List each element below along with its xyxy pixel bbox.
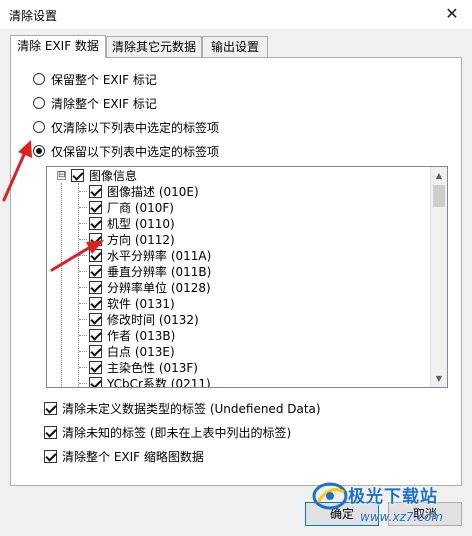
- radio-clear-all-exif[interactable]: 清除整个 EXIF 标记: [33, 94, 157, 112]
- radio-label: 仅保留以下列表中选定的标签项: [51, 144, 220, 159]
- tree-item-label: 垂直分辨率 (011B): [107, 264, 212, 279]
- tree-item-label: 图像信息: [89, 168, 138, 183]
- option-clear-unknown-tags[interactable]: 清除未知的标签 (即未在上表中列出的标签): [44, 423, 291, 441]
- tree-item-label: 白点 (013E): [107, 344, 175, 359]
- tree-item[interactable]: 软件 (0131): [89, 295, 175, 311]
- tree-item-label: YCbCr系数 (0211): [107, 376, 211, 388]
- exif-tag-tree[interactable]: ⊟ 图像信息 图像描述 (010E) 厂商 (010F) 机型 (0110) 方…: [46, 166, 448, 388]
- radio-label: 保留整个 EXIF 标记: [51, 72, 157, 87]
- tree-branch-line: [79, 223, 87, 224]
- tree-item[interactable]: 分辨率单位 (0128): [89, 279, 211, 295]
- checkbox[interactable]: [89, 200, 102, 214]
- checkbox[interactable]: [89, 344, 102, 358]
- tree-item-label: 修改时间 (0132): [107, 312, 199, 327]
- checkbox[interactable]: [89, 328, 102, 342]
- option-clear-undefined-tags[interactable]: 清除未定义数据类型的标签 (Undefiened Data): [44, 399, 321, 417]
- checkbox[interactable]: [89, 216, 102, 230]
- tree-item[interactable]: 修改时间 (0132): [89, 311, 199, 327]
- tree-item[interactable]: 机型 (0110): [89, 215, 175, 231]
- close-icon[interactable]: ✕: [442, 4, 462, 24]
- radio-button[interactable]: [33, 121, 45, 133]
- tree-item-label: 主染色性 (013F): [107, 360, 198, 375]
- tree-branch-line: [79, 367, 87, 368]
- collapse-icon[interactable]: ⊟: [57, 171, 66, 180]
- tree-branch-line: [79, 287, 87, 288]
- checkbox[interactable]: [89, 280, 102, 294]
- checkbox[interactable]: [89, 312, 102, 326]
- tree-item[interactable]: 图像描述 (010E): [89, 183, 199, 199]
- scroll-down-icon[interactable]: ▼: [431, 370, 447, 387]
- tree-branch-line: [79, 351, 87, 352]
- radio-button[interactable]: [33, 73, 45, 85]
- annotation-arrow-icon: [2, 140, 32, 202]
- tree-item-label: 软件 (0131): [107, 296, 175, 311]
- radio-button[interactable]: [33, 97, 45, 109]
- scroll-up-icon[interactable]: ▲: [431, 167, 447, 184]
- checkbox[interactable]: [44, 449, 57, 463]
- radio-keep-selected-tags[interactable]: 仅保留以下列表中选定的标签项: [33, 142, 219, 160]
- tree-branch-line: [79, 335, 87, 336]
- option-label: 清除整个 EXIF 缩略图数据: [62, 449, 204, 464]
- watermark-text: 极光下载站: [348, 487, 438, 507]
- checkbox[interactable]: [89, 360, 102, 374]
- tree-branch-line: [79, 207, 87, 208]
- scroll-thumb[interactable]: [433, 185, 445, 207]
- tree-guide-line: [78, 183, 79, 387]
- vertical-scrollbar[interactable]: ▲ ▼: [430, 167, 447, 387]
- tree-item[interactable]: YCbCr系数 (0211): [89, 375, 211, 388]
- watermark-url: www.xz7.com: [360, 510, 443, 524]
- tree-item[interactable]: 主染色性 (013F): [89, 359, 198, 375]
- checkbox[interactable]: [89, 296, 102, 310]
- option-label: 清除未知的标签 (即未在上表中列出的标签): [62, 425, 292, 440]
- tree-item-label: 分辨率单位 (0128): [107, 280, 211, 295]
- tab-clear-exif[interactable]: 清除 EXIF 数据: [10, 35, 106, 58]
- title-bar: 清除设置 ✕: [0, 0, 472, 30]
- tree-item[interactable]: 作者 (013B): [89, 327, 175, 343]
- option-label: 清除未定义数据类型的标签 (Undefiened Data): [62, 401, 321, 416]
- tree-item[interactable]: 厂商 (010F): [89, 199, 174, 215]
- tree-branch-line: [79, 383, 87, 384]
- radio-label: 仅清除以下列表中选定的标签项: [51, 120, 220, 135]
- annotation-arrow-icon: [50, 240, 104, 272]
- tree-item-label: 图像描述 (010E): [107, 184, 199, 199]
- checkbox[interactable]: [44, 425, 57, 439]
- tree-guide-line: [61, 183, 62, 387]
- tree-item-label: 方向 (0112): [107, 232, 175, 247]
- tree-branch-line: [79, 319, 87, 320]
- checkbox[interactable]: [89, 376, 102, 387]
- watermark: 极光下载站 www.xz7.com: [308, 474, 472, 534]
- radio-label: 清除整个 EXIF 标记: [51, 96, 157, 111]
- tab-clear-other-metadata[interactable]: 清除其它元数据: [106, 36, 202, 57]
- option-clear-exif-thumbnail[interactable]: 清除整个 EXIF 缩略图数据: [44, 447, 204, 465]
- tree-item-label: 作者 (013B): [107, 328, 176, 343]
- checkbox[interactable]: [44, 401, 57, 415]
- tree-item-label: 厂商 (010F): [107, 200, 174, 215]
- tree-item-label: 机型 (0110): [107, 216, 175, 231]
- tree-item-label: 水平分辨率 (011A): [107, 248, 212, 263]
- radio-keep-all-exif[interactable]: 保留整个 EXIF 标记: [33, 70, 157, 88]
- checkbox[interactable]: [71, 168, 84, 182]
- tree-root-image-info[interactable]: 图像信息: [71, 167, 137, 183]
- tab-output-settings[interactable]: 输出设置: [202, 36, 268, 57]
- radio-clear-selected-tags[interactable]: 仅清除以下列表中选定的标签项: [33, 118, 219, 136]
- tree-item[interactable]: 白点 (013E): [89, 343, 175, 359]
- aurora-logo-icon: [312, 482, 348, 510]
- tree-branch-line: [79, 303, 87, 304]
- tree-branch-line: [79, 191, 87, 192]
- window-title: 清除设置: [9, 9, 58, 23]
- checkbox[interactable]: [89, 184, 102, 198]
